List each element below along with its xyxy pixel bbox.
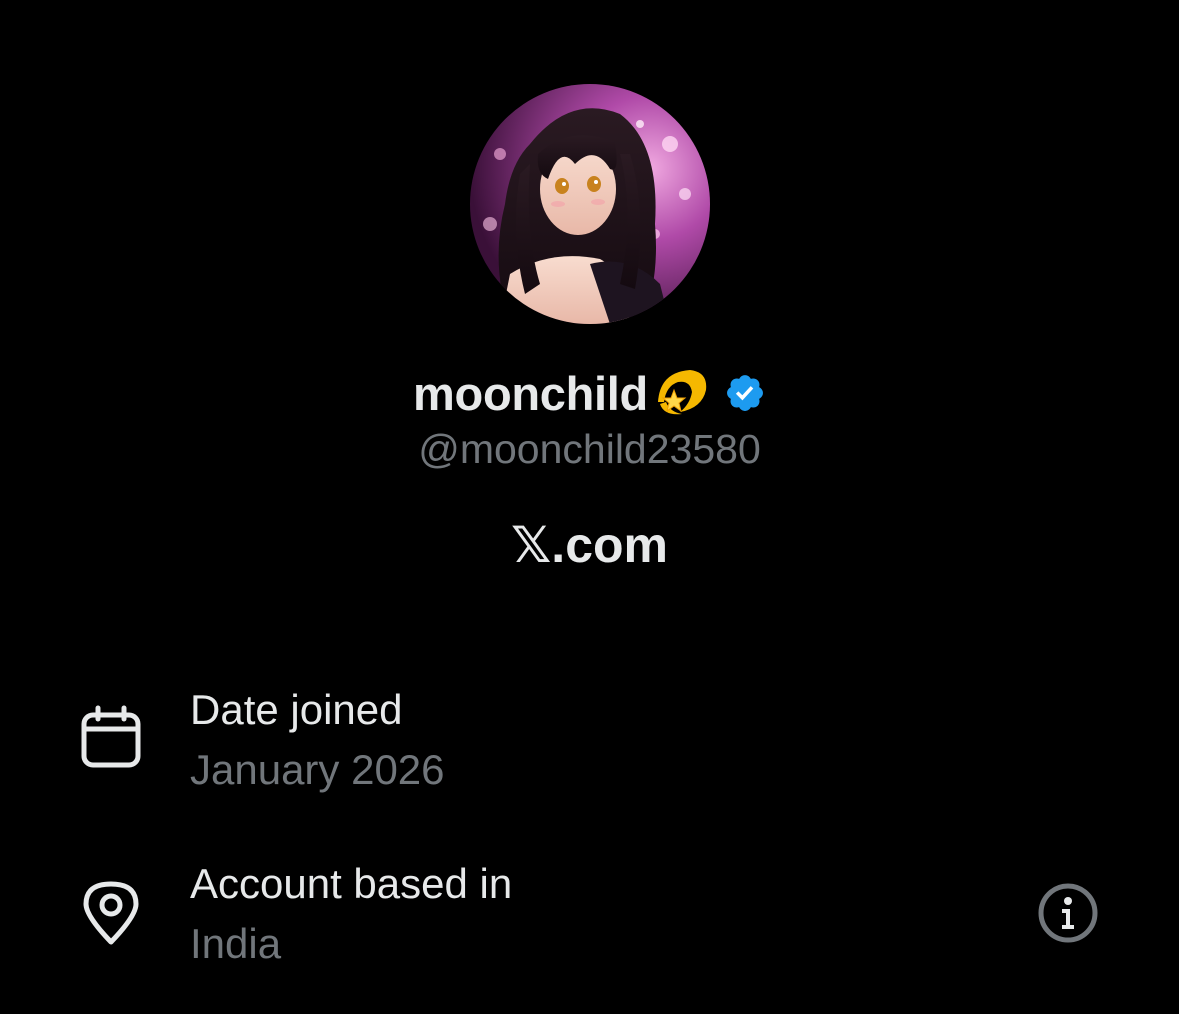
account-based-in-value: India — [190, 920, 282, 967]
x-logo: 𝕏 — [511, 517, 552, 573]
display-name-row: moonchild — [0, 362, 1179, 424]
dizzy-star-emoji-icon — [650, 362, 712, 424]
site-suffix: .com — [551, 517, 668, 573]
location-pin-icon — [78, 878, 144, 945]
avatar-image — [470, 84, 710, 324]
display-name: moonchild — [413, 366, 648, 420]
account-based-in-title: Account based in — [190, 860, 513, 907]
profile-avatar[interactable] — [470, 84, 710, 324]
calendar-icon — [78, 705, 144, 771]
info-icon[interactable] — [1036, 881, 1100, 945]
user-handle: @moonchild23580 — [418, 426, 761, 472]
site-label: 𝕏.com — [0, 516, 1179, 574]
verified-badge-icon[interactable] — [724, 372, 766, 414]
date-joined-value: January 2026 — [190, 746, 445, 793]
date-joined-title: Date joined — [190, 686, 403, 733]
